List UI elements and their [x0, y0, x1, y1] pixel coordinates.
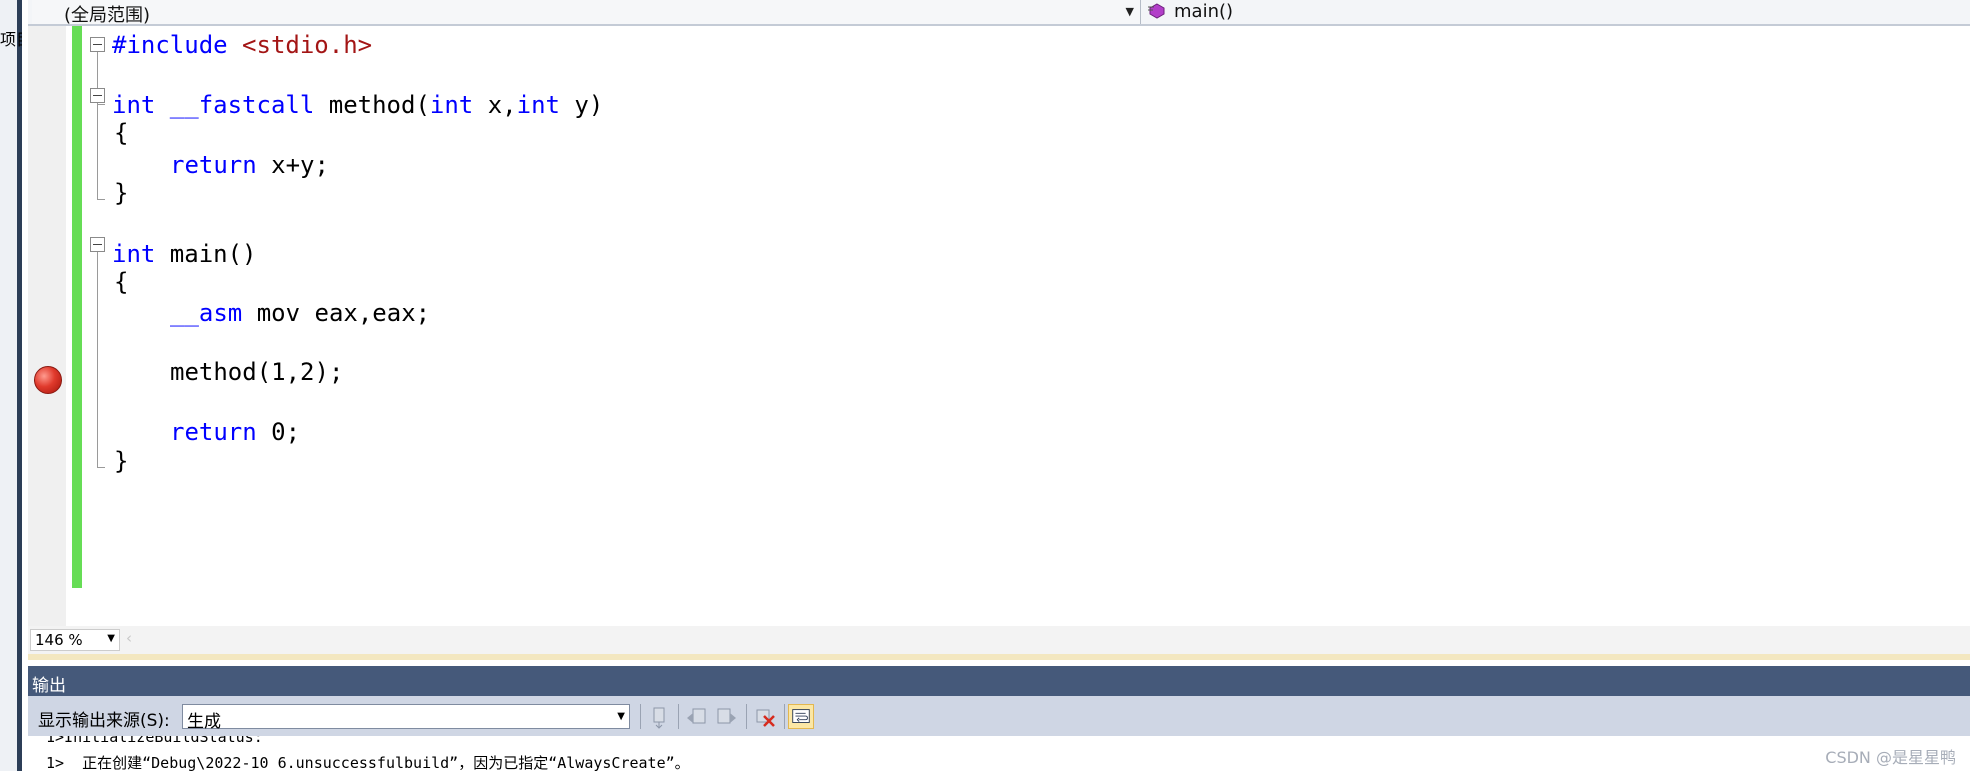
brace: }	[114, 179, 129, 207]
keyword: int	[516, 91, 560, 119]
code-line: {	[114, 118, 128, 148]
fold-guide-end	[97, 467, 105, 468]
expression: x+y;	[256, 151, 329, 179]
code-editor[interactable]: #include <stdio.h> int __fastcall method…	[28, 26, 1970, 626]
code-line: return x+y;	[170, 150, 329, 180]
include-header: <stdio.h>	[227, 31, 373, 59]
expression: 0;	[256, 418, 301, 446]
fold-guide	[97, 252, 98, 467]
toolbar-separator	[746, 704, 747, 729]
next-message-icon[interactable]	[714, 704, 740, 729]
word-wrap-icon[interactable]	[788, 704, 814, 729]
solution-explorer-tab[interactable]: 项目	[0, 0, 22, 771]
watermark: CSDN @是星星鸭	[1825, 748, 1956, 767]
keyword: return	[170, 151, 257, 179]
asm-statement: mov eax,eax;	[242, 299, 431, 327]
keyword: int	[112, 91, 156, 119]
code-line: int main()	[112, 239, 257, 269]
keyword: __fastcall	[155, 91, 315, 119]
output-source-label: 显示输出来源(S):	[38, 711, 170, 731]
keyword: return	[170, 418, 257, 446]
output-line: 1>InitializeBuildStatus:	[46, 736, 263, 746]
brace: {	[114, 268, 129, 296]
find-message-icon[interactable]	[646, 704, 672, 729]
code-line: method(1,2);	[170, 357, 343, 387]
method-icon	[1148, 3, 1165, 19]
brace: }	[114, 447, 129, 475]
identifier: method(	[314, 91, 430, 119]
function-dropdown-value: main()	[1174, 1, 1234, 22]
output-line: 1> 正在创建“Debug\2022-10_6.unsuccessfulbuil…	[46, 754, 690, 771]
code-line: {	[114, 267, 128, 297]
change-tracking-bar	[72, 26, 82, 588]
identifier: y)	[559, 91, 604, 119]
fold-guide-end	[97, 199, 105, 200]
splitter[interactable]	[28, 654, 1970, 660]
chevron-down-icon: ▼	[107, 633, 115, 644]
editor-status-bar: 146 % ▼ ‹	[28, 626, 1970, 654]
output-toolbar: 显示输出来源(S): 生成 ▼	[28, 696, 1970, 736]
output-source-dropdown[interactable]: 生成 ▼	[182, 704, 630, 732]
toolbar-separator	[640, 704, 641, 729]
chevron-down-icon: ▼	[617, 711, 625, 722]
keyword: int	[112, 240, 156, 268]
zoom-dropdown[interactable]: 146 % ▼	[30, 629, 120, 651]
method-call: method(1,2);	[170, 358, 344, 386]
output-text-area[interactable]: 1>InitializeBuildStatus: 1> 正在创建“Debug\2…	[28, 736, 1970, 771]
output-panel-title-bar: 输出	[28, 666, 1970, 696]
preprocessor-directive: #include	[112, 31, 228, 59]
scroll-left-icon[interactable]: ‹	[126, 629, 132, 647]
scope-dropdown[interactable]: (全局范围) ▼	[32, 0, 1141, 26]
breakpoint-icon[interactable]	[34, 366, 62, 394]
identifier: main()	[155, 240, 257, 268]
fold-guide	[97, 103, 98, 199]
collapse-icon[interactable]	[90, 37, 105, 52]
toolbar-separator	[784, 704, 785, 729]
output-panel-title: 输出	[32, 676, 66, 696]
fold-guide-end	[97, 104, 105, 105]
previous-message-icon[interactable]	[684, 704, 710, 729]
code-line: }	[114, 178, 128, 208]
code-line: __asm mov eax,eax;	[170, 298, 430, 328]
chevron-down-icon: ▼	[1125, 5, 1134, 18]
code-line: return 0;	[170, 417, 300, 447]
function-dropdown[interactable]: main()	[1146, 0, 1966, 24]
output-source-value: 生成	[187, 712, 221, 732]
code-line: #include <stdio.h>	[112, 30, 372, 60]
breakpoint-margin[interactable]	[28, 26, 66, 626]
collapse-icon[interactable]	[90, 237, 105, 252]
clear-all-icon[interactable]	[752, 704, 778, 729]
scope-dropdown-value: (全局范围)	[64, 5, 151, 26]
keyword: int	[429, 91, 474, 119]
zoom-value: 146 %	[35, 631, 83, 649]
toolbar-separator	[678, 704, 679, 729]
navigation-bar: (全局范围) ▼ main()	[28, 0, 1970, 26]
code-line: }	[114, 446, 128, 476]
collapse-icon[interactable]	[90, 88, 105, 103]
identifier: x,	[473, 91, 517, 119]
solution-explorer-tab-label: 项目	[0, 30, 22, 49]
keyword: __asm	[170, 299, 243, 327]
brace: {	[114, 119, 129, 147]
code-line: int __fastcall method(int x,int y)	[112, 90, 603, 120]
